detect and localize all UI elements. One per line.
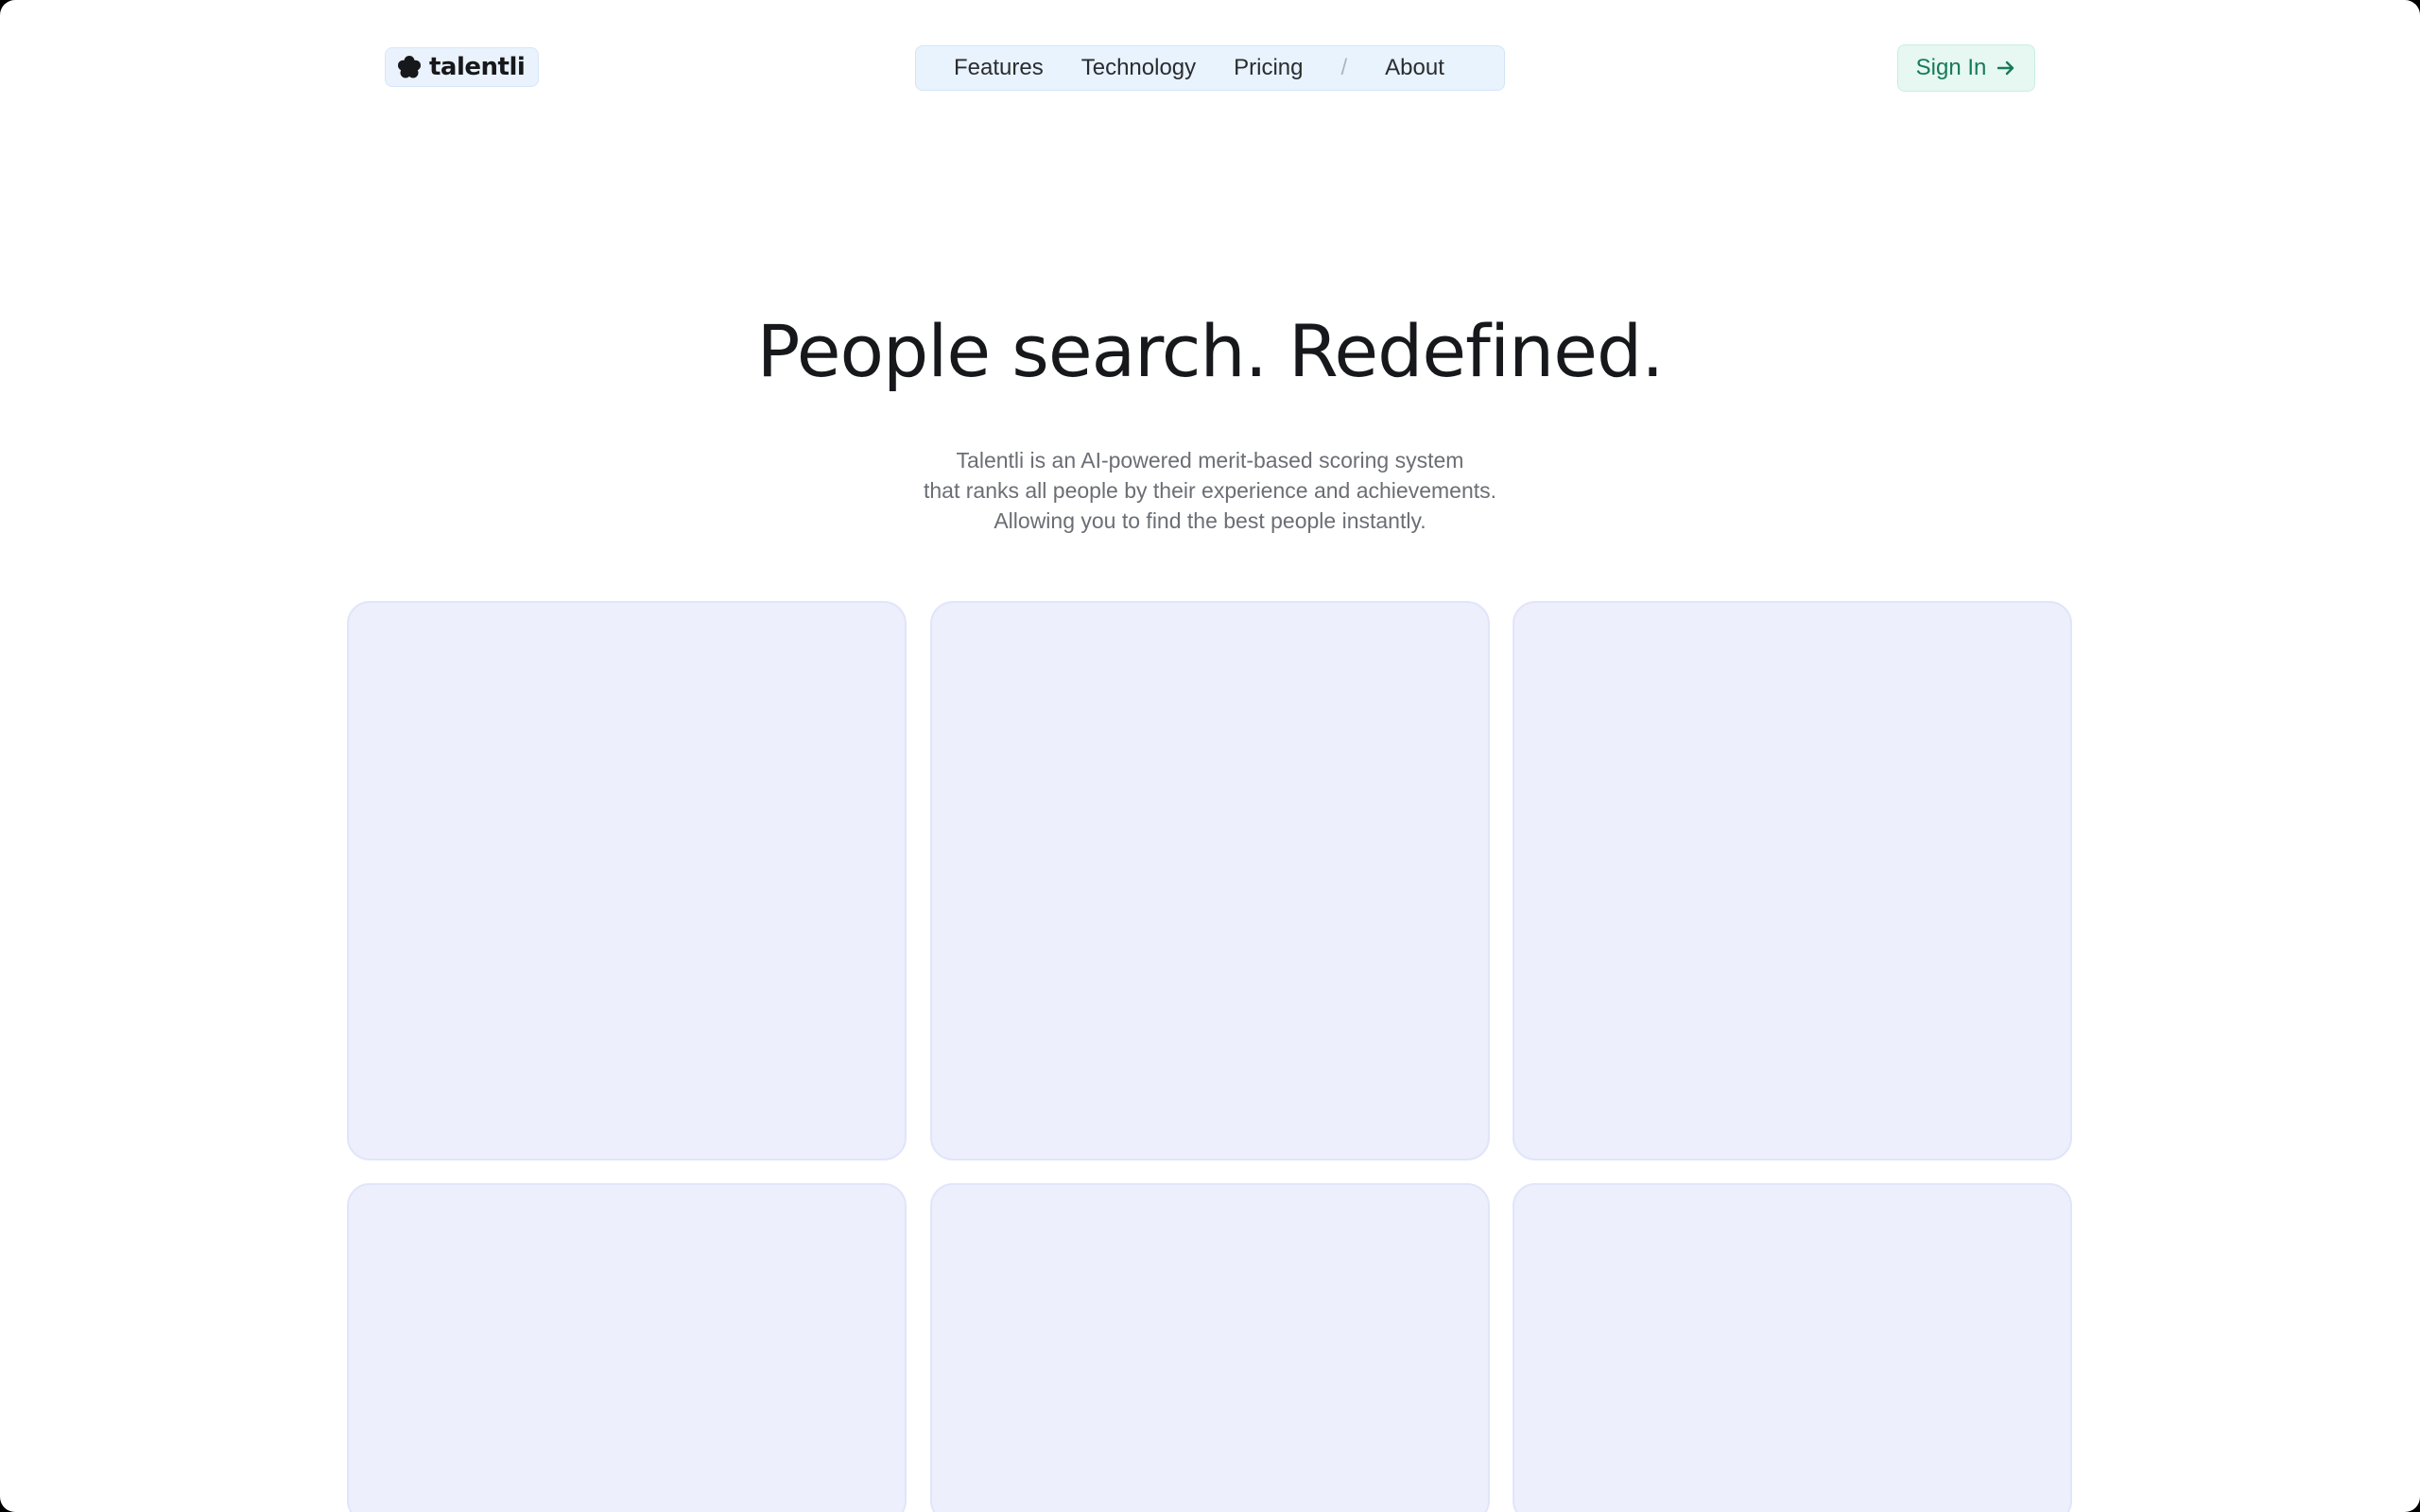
feature-card (930, 1183, 1490, 1512)
browser-window: talentli Features Technology Pricing / A… (0, 0, 2420, 1512)
feature-card (347, 601, 907, 1160)
hero-subtitle-line: that ranks all people by their experienc… (923, 478, 1497, 503)
sign-in-button[interactable]: Sign In (1897, 44, 2035, 92)
hero-subtitle: Talentli is an AI-powered merit-based sc… (0, 445, 2420, 536)
arrow-right-icon (1996, 58, 2016, 78)
hero-subtitle-line: Talentli is an AI-powered merit-based sc… (956, 448, 1464, 472)
nav-item-features[interactable]: Features (954, 55, 1044, 81)
feature-card (1512, 601, 2072, 1160)
feature-card (930, 601, 1490, 1160)
hero-title: People search. Redefined. (756, 309, 1665, 393)
main-nav: Features Technology Pricing / About (915, 45, 1505, 91)
nav-separator: / (1340, 55, 1348, 80)
nav-item-about[interactable]: About (1385, 55, 1444, 81)
nav-item-pricing[interactable]: Pricing (1234, 55, 1303, 81)
feature-card (1512, 1183, 2072, 1512)
brand-logo[interactable]: talentli (385, 47, 540, 87)
feature-card (347, 1183, 907, 1512)
sign-in-label: Sign In (1915, 55, 1987, 80)
hero-subtitle-line: Allowing you to find the best people ins… (994, 508, 1426, 533)
flower-icon (395, 53, 424, 81)
brand-name: talentli (429, 53, 526, 81)
nav-item-technology[interactable]: Technology (1081, 55, 1196, 81)
